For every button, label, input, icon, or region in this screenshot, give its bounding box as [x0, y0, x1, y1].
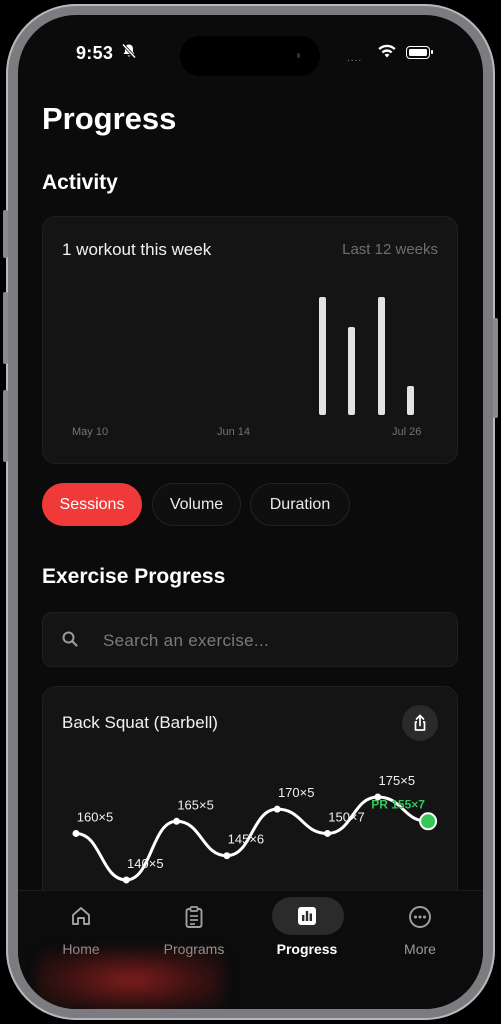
activity-card[interactable]: 1 workout this week Last 12 weeks May 10…: [42, 216, 458, 464]
signal-icon: ....: [347, 53, 363, 64]
data-label: 175×5: [379, 773, 416, 788]
search-input[interactable]: [101, 625, 435, 657]
clipboard-icon: [183, 905, 205, 934]
sessions-tab[interactable]: Sessions: [42, 483, 142, 526]
data-label: 150×7: [328, 809, 365, 824]
pr-point[interactable]: [419, 812, 438, 831]
data-point[interactable]: [72, 829, 80, 837]
volume-tab[interactable]: Volume: [152, 483, 241, 526]
page-title: Progress: [42, 101, 177, 136]
axis-label-start: May 10: [72, 426, 109, 438]
more-icon: [408, 905, 432, 934]
data-label: 165×5: [177, 797, 214, 812]
screen: 9:53 .... Progress Activity 1 workout th…: [18, 15, 483, 1009]
data-point[interactable]: [122, 876, 130, 884]
data-label: 145×6: [228, 832, 265, 847]
data-label: 160×5: [77, 809, 114, 824]
data-point[interactable]: [324, 829, 331, 837]
activity-bar: [348, 326, 356, 415]
home-icon: [70, 905, 92, 932]
axis-label-end: Jul 26: [392, 426, 422, 438]
exercise-search[interactable]: [42, 612, 458, 667]
data-label: 140×5: [127, 856, 164, 871]
axis-label-mid: Jun 14: [217, 426, 251, 438]
duration-tab[interactable]: Duration: [250, 483, 350, 526]
camera-indicator: [297, 53, 300, 58]
volume-up-button: [3, 292, 8, 364]
volume-down-button: [3, 390, 8, 462]
activity-headline: 1 workout this week: [62, 240, 212, 259]
data-point[interactable]: [223, 852, 231, 860]
data-point[interactable]: [173, 817, 181, 825]
wifi-icon: [377, 44, 397, 64]
status-bar: 9:53 ....: [18, 15, 483, 85]
data-label: 170×5: [278, 785, 315, 800]
exercise-progress-title: Exercise Progress: [42, 565, 226, 588]
bar-chart-icon: [296, 905, 318, 932]
battery-icon: [406, 46, 433, 59]
muted-bell-icon: [121, 43, 137, 64]
power-button: [493, 318, 498, 418]
tab-more-label: More: [404, 941, 436, 957]
background-glow: [38, 950, 223, 1009]
activity-range-label: Last 12 weeks: [342, 241, 438, 258]
data-point[interactable]: [273, 805, 281, 813]
tab-progress[interactable]: Progress: [257, 891, 357, 971]
tab-more[interactable]: More: [370, 891, 470, 971]
search-icon: [61, 630, 79, 653]
activity-bar: [319, 297, 326, 415]
status-time: 9:53: [76, 43, 114, 63]
activity-bar: [377, 297, 385, 415]
tab-progress-label: Progress: [276, 941, 338, 957]
activity-section-title: Activity: [42, 171, 118, 194]
pr-label: PR 155×7: [371, 797, 425, 811]
activity-bar: [406, 385, 414, 415]
action-button: [3, 210, 8, 258]
